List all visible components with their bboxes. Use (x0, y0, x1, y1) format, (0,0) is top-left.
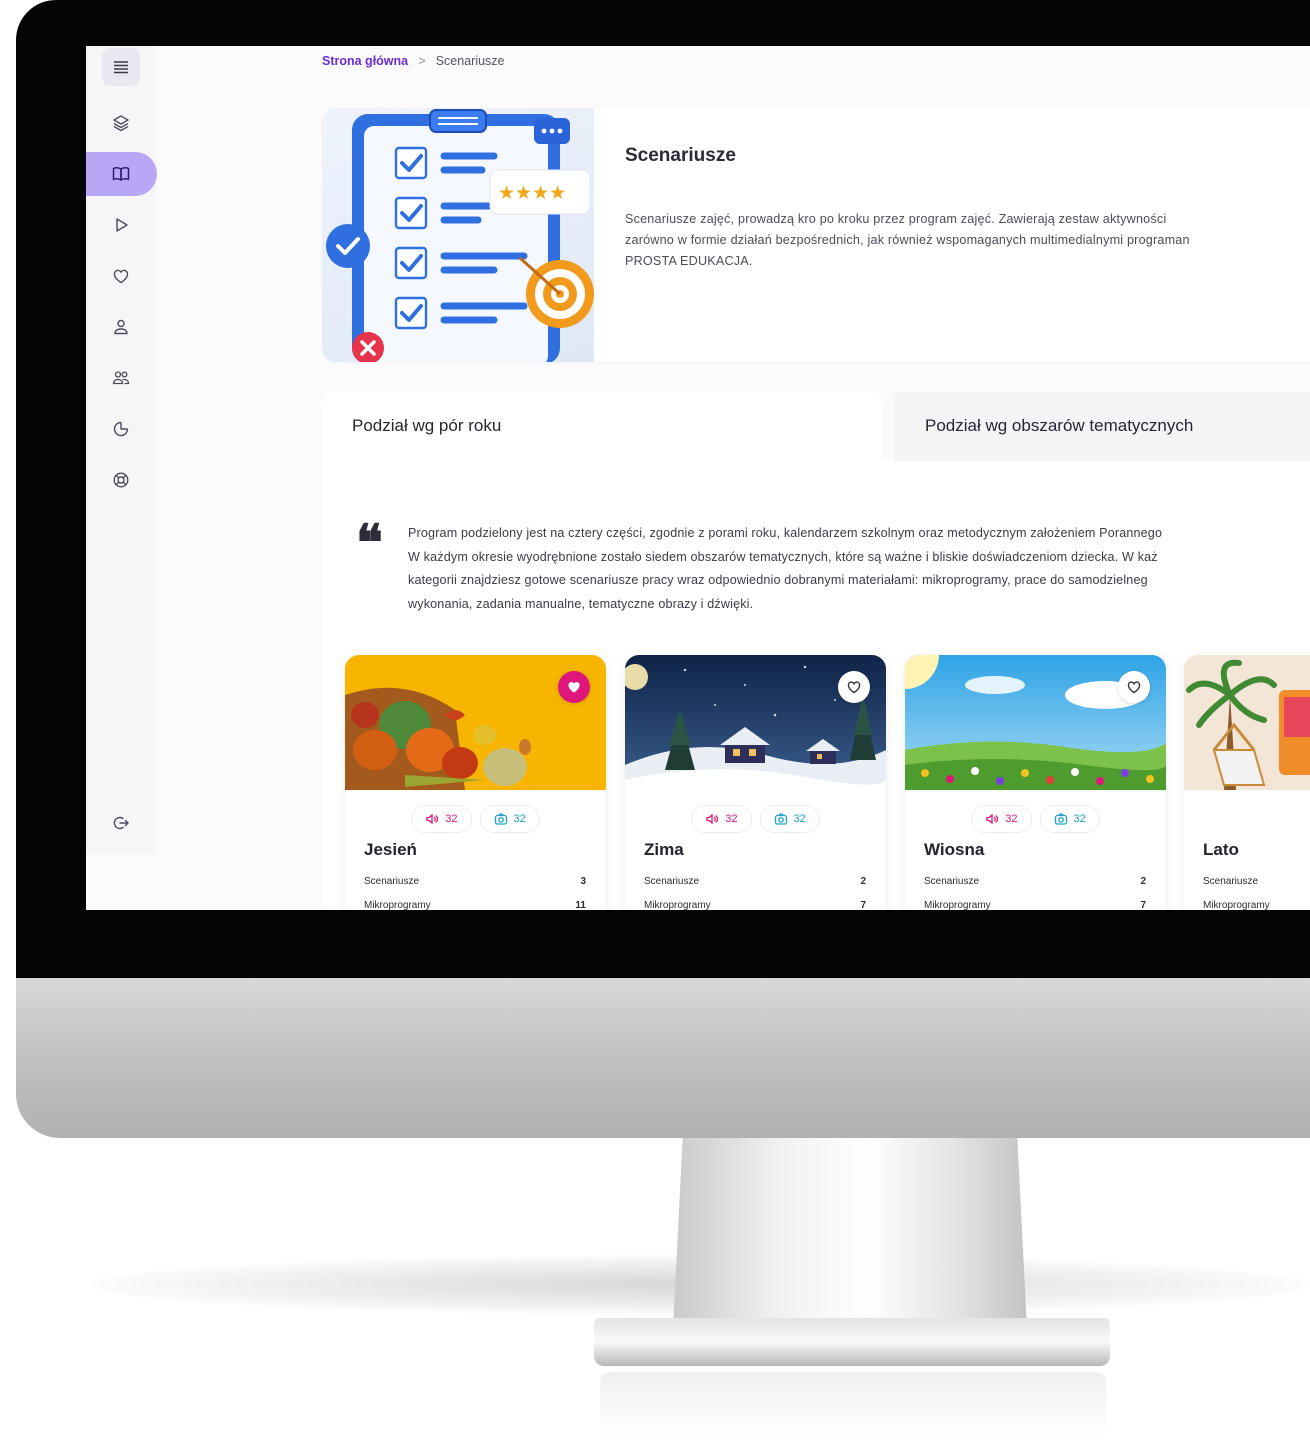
breadcrumb-current: Scenariusze (435, 53, 505, 68)
favorite-heart-icon[interactable] (838, 671, 870, 703)
play-icon[interactable] (102, 206, 140, 244)
audio-count-badge[interactable]: 32 (971, 805, 1032, 833)
heart-icon[interactable] (102, 257, 140, 295)
season-card-spring[interactable]: 32 32 Wiosna Scenariusze 2 Mikroprogramy… (905, 655, 1166, 910)
audio-count: 32 (445, 813, 458, 825)
breadcrumb-home-link[interactable]: Strona główna (322, 54, 408, 68)
photo-count-badge[interactable]: 32 (759, 805, 820, 833)
breadcrumb: Strona główna > Scenariusze (322, 53, 505, 68)
card-title: Wiosna (924, 840, 985, 859)
audio-count-badge[interactable]: 32 (411, 805, 472, 833)
autumn-image (345, 655, 606, 790)
stat-scenarios: Scenariusze 3 (364, 876, 586, 887)
monitor-stand-neck (672, 1138, 1028, 1348)
tab-thematic-areas[interactable]: Podział wg obszarów tematycznych (894, 391, 1310, 461)
stat-microprograms: Mikroprogramy 7 (644, 900, 866, 910)
monitor-stand-base (594, 1318, 1110, 1366)
stat-scenarios: Scenariusze 2 (924, 876, 1146, 887)
stat-label: Mikroprogramy (1203, 900, 1270, 910)
page-title: Scenariusze (625, 145, 736, 166)
season-card-winter[interactable]: 32 32 Zima Scenariusze 2 Mikroprogramy 7 (625, 655, 886, 910)
stat-label: Mikroprogramy (364, 900, 431, 910)
tab-seasons[interactable]: Podział wg pór roku (322, 391, 882, 461)
monitor-mockup: Strona główna > Scenariusze ★★★★ Scenari… (0, 0, 1310, 1440)
stat-label: Scenariusze (1203, 876, 1259, 887)
stat-scenarios: Scenariusze (1203, 876, 1310, 887)
stat-scenarios: Scenariusze 2 (644, 876, 866, 887)
spring-image (905, 655, 1166, 790)
stat-value: 7 (1140, 900, 1146, 910)
card-title: Jesień (364, 840, 417, 859)
app-screen: Strona główna > Scenariusze ★★★★ Scenari… (86, 46, 1310, 910)
photo-count: 32 (1073, 813, 1086, 825)
photo-count: 32 (513, 813, 526, 825)
tab-content-panel: ❝ Program podzielony jest na cztery częś… (322, 461, 1310, 910)
audio-count: 32 (725, 813, 738, 825)
favorite-heart-icon[interactable] (558, 671, 590, 703)
stat-value: 11 (575, 900, 586, 910)
media-badges: 32 32 (345, 805, 606, 833)
logout-icon[interactable] (102, 804, 140, 842)
audio-count-badge[interactable]: 32 (691, 805, 752, 833)
photo-count: 32 (793, 813, 806, 825)
program-description: Program podzielony jest na cztery części… (408, 526, 1163, 611)
photo-count-badge[interactable]: 32 (479, 805, 540, 833)
season-card-autumn[interactable]: 32 32 Jesień Scenariusze 3 Mikroprogramy… (345, 655, 606, 910)
lifebuoy-icon[interactable] (102, 461, 140, 499)
stat-microprograms: Mikroprogramy (1203, 900, 1310, 910)
stat-label: Scenariusze (644, 876, 700, 887)
pie-chart-icon[interactable] (102, 410, 140, 448)
users-icon[interactable] (102, 359, 140, 397)
hero-banner: ★★★★ Scenariusze Scenariusze zajęć, prow… (322, 108, 1310, 362)
sidebar (86, 46, 157, 854)
card-title: Lato (1203, 840, 1239, 859)
monitor-chin (16, 978, 1310, 1138)
stat-value: 2 (1140, 876, 1146, 887)
stat-value: 3 (580, 876, 586, 887)
stand-reflection (600, 1372, 1106, 1440)
page-description: Scenariusze zajęć, prowadzą kro po kroku… (625, 212, 1190, 268)
quote-icon: ❝ (356, 513, 383, 572)
photo-count-badge[interactable]: 32 (1039, 805, 1100, 833)
stat-label: Mikroprogramy (644, 900, 711, 910)
stat-label: Scenariusze (924, 876, 980, 887)
audio-count: 32 (1005, 813, 1018, 825)
svg-text:★★★★: ★★★★ (498, 182, 566, 204)
checklist-illustration: ★★★★ (322, 108, 594, 362)
user-icon[interactable] (102, 308, 140, 346)
stat-microprograms: Mikroprogramy 7 (924, 900, 1146, 910)
stat-label: Mikroprogramy (924, 900, 991, 910)
media-badges (1184, 805, 1310, 833)
tab-bar: Podział wg pór roku Podział wg obszarów … (322, 391, 1310, 461)
stat-value: 7 (860, 900, 866, 910)
stat-microprograms: Mikroprogramy 11 (364, 900, 586, 910)
winter-image (625, 655, 886, 790)
favorite-heart-icon[interactable] (1118, 671, 1150, 703)
book-icon[interactable] (86, 152, 157, 196)
media-badges: 32 32 (625, 805, 886, 833)
stat-label: Scenariusze (364, 876, 420, 887)
season-card-summer[interactable]: Lato Scenariusze Mikroprogramy (1184, 655, 1310, 910)
summer-image (1184, 655, 1310, 790)
card-title: Zima (644, 840, 684, 859)
stat-value: 2 (860, 876, 866, 887)
menu-icon[interactable] (102, 48, 140, 86)
media-badges: 32 32 (905, 805, 1166, 833)
layers-icon[interactable] (102, 104, 140, 142)
breadcrumb-separator: > (418, 53, 426, 68)
